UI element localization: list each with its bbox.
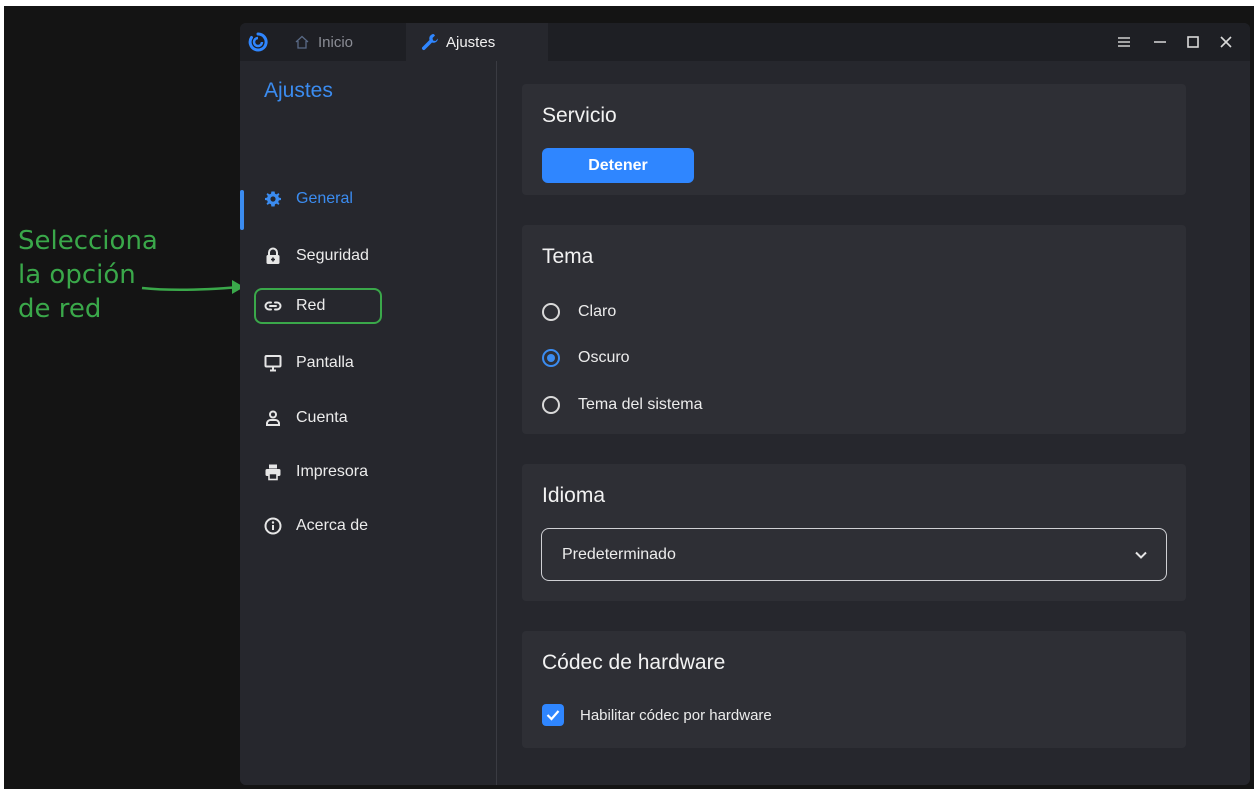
wrench-icon: [421, 34, 438, 51]
app-window: Inicio Ajustes Ajustes General Seguridad…: [240, 23, 1250, 785]
sidebar-item-label: Seguridad: [296, 247, 369, 264]
sidebar-item-label: Acerca de: [296, 517, 369, 534]
idioma-section: Idioma Predeterminado: [522, 464, 1186, 601]
home-icon: [295, 35, 309, 49]
sidebar-item-label: General: [296, 190, 353, 207]
menu-icon[interactable]: [1114, 32, 1134, 52]
tab-ajustes[interactable]: Ajustes: [406, 23, 548, 61]
radio-button[interactable]: [542, 349, 560, 367]
checkbox-label: Habilitar códec por hardware: [580, 706, 772, 724]
printer-icon: [265, 464, 281, 481]
theme-option-sistema[interactable]: Tema del sistema: [542, 392, 703, 418]
sidebar-item-pantalla[interactable]: Pantalla: [254, 345, 382, 381]
section-title: Tema: [542, 245, 594, 268]
sidebar: Ajustes General Seguridad Red Pantalla C…: [240, 61, 497, 785]
app-logo-icon[interactable]: [248, 32, 268, 52]
servicio-section: Servicio Detener: [522, 84, 1186, 195]
sidebar-item-red[interactable]: Red: [254, 288, 382, 324]
radio-label: Claro: [578, 303, 617, 320]
section-title: Servicio: [542, 104, 617, 127]
codec-option[interactable]: Habilitar códec por hardware: [542, 703, 772, 727]
sidebar-item-seguridad[interactable]: Seguridad: [254, 238, 382, 274]
sidebar-item-label: Pantalla: [296, 354, 354, 371]
select-value: Predeterminado: [562, 545, 676, 563]
sidebar-item-label: Impresora: [296, 463, 369, 480]
link-icon: [264, 301, 282, 311]
lock-icon: [266, 247, 280, 264]
user-icon: [266, 410, 280, 426]
sidebar-item-label: Red: [296, 297, 326, 314]
sidebar-item-cuenta[interactable]: Cuenta: [254, 400, 382, 436]
titlebar: Inicio Ajustes: [240, 23, 1250, 61]
theme-option-oscuro[interactable]: Oscuro: [542, 345, 630, 371]
tab-label: Ajustes: [446, 33, 496, 51]
radio-button[interactable]: [542, 303, 560, 321]
sidebar-item-acerca-de[interactable]: Acerca de: [254, 508, 382, 544]
close-icon[interactable]: [1216, 32, 1236, 52]
detener-button[interactable]: Detener: [542, 148, 694, 183]
sidebar-item-general[interactable]: General: [254, 181, 382, 217]
section-title: Idioma: [542, 484, 606, 507]
sidebar-item-impresora[interactable]: Impresora: [254, 454, 382, 490]
active-indicator: [240, 190, 244, 230]
language-select[interactable]: Predeterminado: [541, 528, 1167, 581]
tab-inicio[interactable]: Inicio: [294, 23, 353, 61]
chevron-down-icon: [1135, 551, 1147, 559]
theme-option-claro[interactable]: Claro: [542, 299, 616, 325]
tema-section: Tema Claro Oscuro Tema del sistema: [522, 225, 1186, 434]
checkbox[interactable]: [542, 704, 564, 726]
maximize-icon[interactable]: [1183, 32, 1203, 52]
sidebar-title: Ajustes: [264, 79, 333, 102]
codec-section: Códec de hardware Habilitar códec por ha…: [522, 631, 1186, 748]
gear-icon: [265, 191, 281, 207]
monitor-icon: [264, 355, 282, 372]
sidebar-item-label: Cuenta: [296, 409, 348, 426]
info-icon: [264, 517, 282, 535]
radio-button[interactable]: [542, 396, 560, 414]
radio-label: Oscuro: [578, 349, 630, 366]
annotation-arrow: [141, 280, 244, 294]
tab-label: Inicio: [318, 33, 354, 51]
section-title: Códec de hardware: [542, 651, 726, 674]
check-icon: [546, 710, 560, 721]
radio-label: Tema del sistema: [578, 396, 703, 413]
minimize-icon[interactable]: [1150, 32, 1170, 52]
